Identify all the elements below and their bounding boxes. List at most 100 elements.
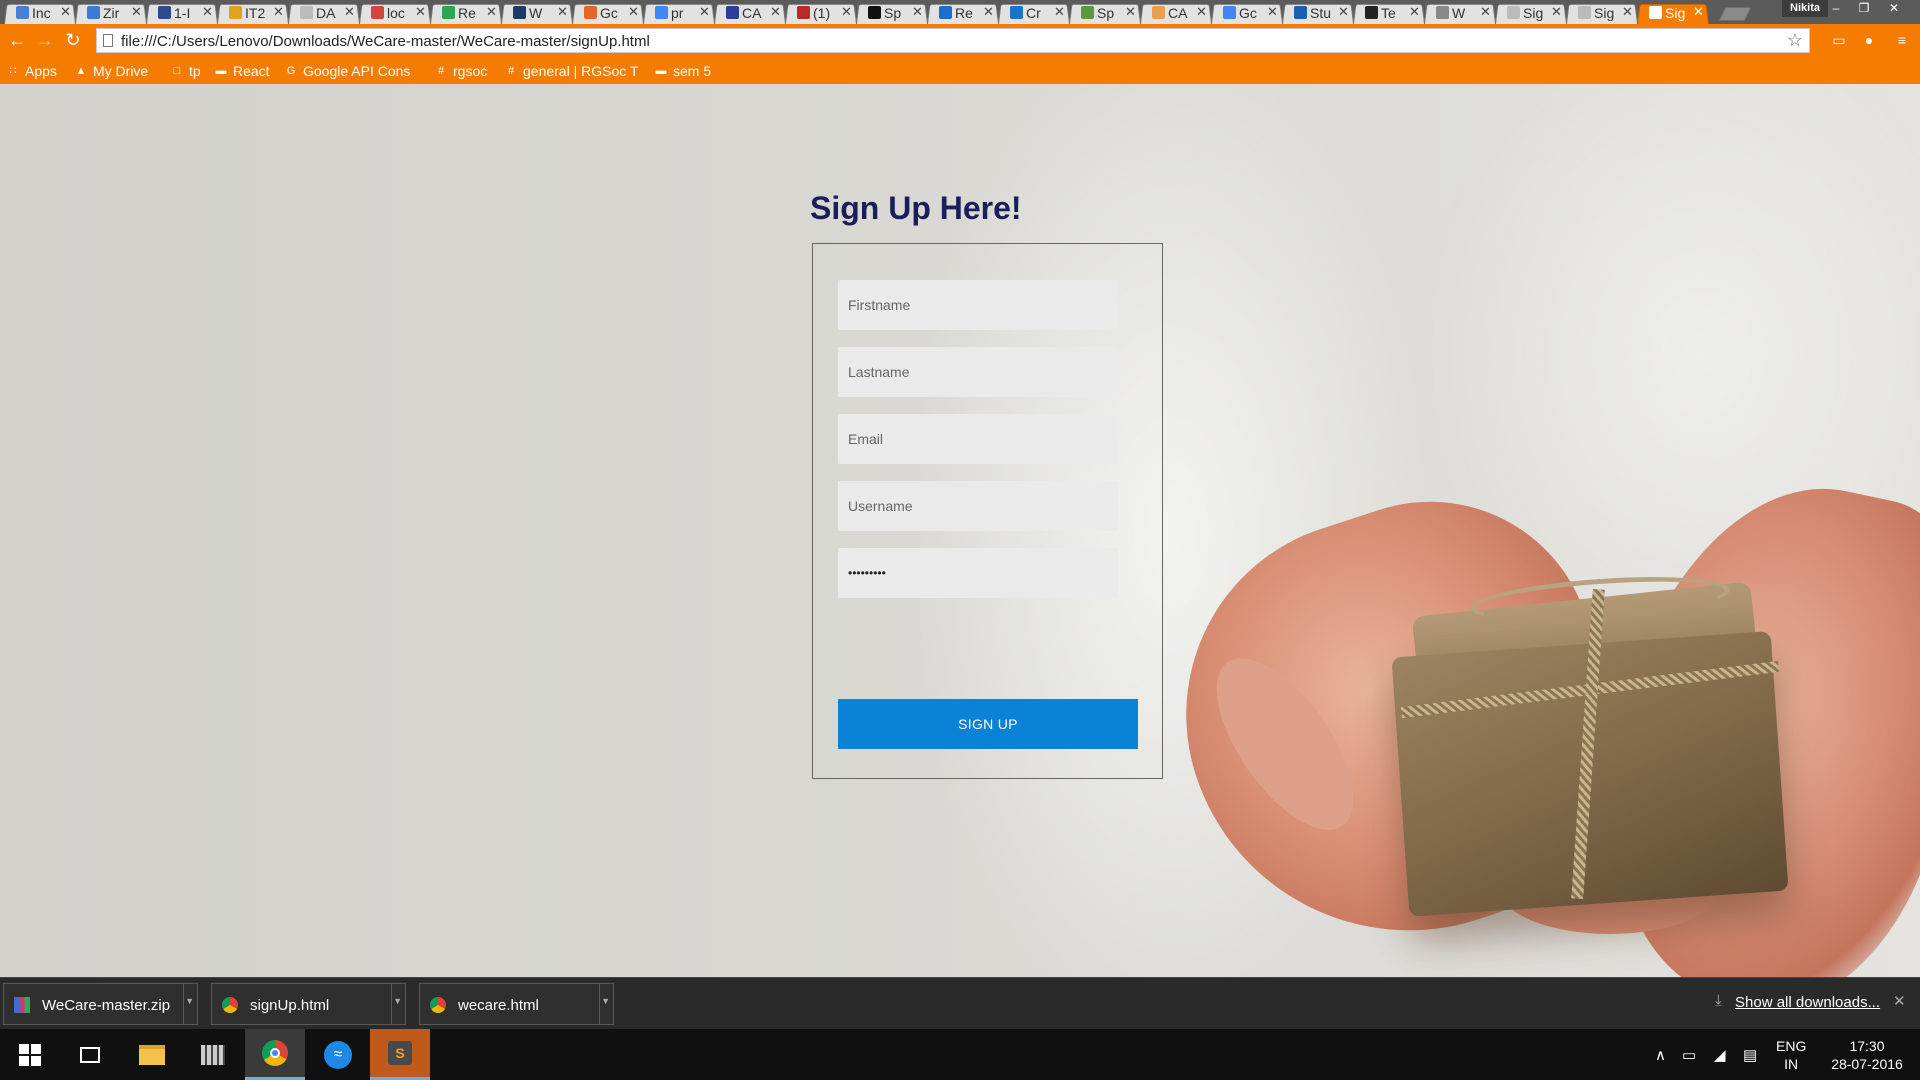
sublime-text-icon[interactable]: S xyxy=(370,1029,430,1080)
bookmark-react[interactable]: ▬ React xyxy=(214,61,270,80)
tab-close-icon[interactable]: ✕ xyxy=(486,4,497,20)
extension-icon[interactable]: ● xyxy=(1860,31,1878,49)
chrome-icon[interactable] xyxy=(245,1029,305,1080)
language-indicator[interactable]: ENG IN xyxy=(1776,1037,1806,1073)
browser-tab[interactable]: Gc ✕ xyxy=(572,0,644,24)
browser-tab[interactable]: (1) ✕ xyxy=(785,0,857,24)
browser-tab[interactable]: Stu ✕ xyxy=(1282,0,1354,24)
browser-tab[interactable]: pr ✕ xyxy=(643,0,715,24)
tab-close-icon[interactable]: ✕ xyxy=(1338,4,1349,20)
browser-tab[interactable]: Cr ✕ xyxy=(998,0,1070,24)
tab-close-icon[interactable]: ✕ xyxy=(1622,4,1633,20)
task-view-icon[interactable] xyxy=(60,1029,120,1080)
menu-icon[interactable]: ≡ xyxy=(1893,31,1911,49)
tab-close-icon[interactable]: ✕ xyxy=(557,4,568,20)
bookmark-rgsoc[interactable]: # rgsoc xyxy=(434,61,487,80)
tab-close-icon[interactable]: ✕ xyxy=(841,4,852,20)
tab-close-icon[interactable]: ✕ xyxy=(1409,4,1420,20)
browser-tab[interactable]: Re ✕ xyxy=(430,0,502,24)
bookmark-google-api[interactable]: G Google API Cons xyxy=(284,61,411,80)
signup-button[interactable]: SIGN UP xyxy=(838,699,1138,749)
bookmark-apps[interactable]: ∷ Apps xyxy=(6,61,57,80)
file-explorer-icon[interactable] xyxy=(122,1029,182,1080)
bookmark-tp[interactable]: □ tp xyxy=(170,61,201,80)
bookmark-star-icon[interactable]: ☆ xyxy=(1787,30,1803,51)
reload-icon[interactable]: ↻ xyxy=(62,29,84,51)
browser-tab[interactable]: IT2 ✕ xyxy=(217,0,289,24)
forward-arrow-icon[interactable]: → xyxy=(34,29,56,51)
close-window-icon[interactable]: ✕ xyxy=(1880,0,1908,17)
notifications-icon[interactable]: ▤ xyxy=(1743,1046,1757,1064)
tab-close-icon[interactable]: ✕ xyxy=(60,4,71,20)
chevron-up-icon[interactable]: ∧ xyxy=(1655,1046,1666,1064)
bookmark-general-rgsoc[interactable]: # general | RGSoc T xyxy=(504,61,639,80)
browser-tab[interactable]: CA ✕ xyxy=(1140,0,1212,24)
bookmark-sem-5[interactable]: ▬ sem 5 xyxy=(654,61,712,80)
download-item[interactable]: WeCare-master.zip ▼ xyxy=(3,983,198,1025)
browser-tab[interactable]: Sig ✕ xyxy=(1495,0,1567,24)
new-tab-button[interactable] xyxy=(1718,7,1752,21)
restore-icon[interactable]: ❐ xyxy=(1850,0,1878,17)
cast-icon[interactable]: ▭ xyxy=(1830,31,1848,49)
tab-close-icon[interactable]: ✕ xyxy=(1196,4,1207,20)
media-player-icon[interactable] xyxy=(183,1029,243,1080)
browser-tab[interactable]: Inc ✕ xyxy=(4,0,76,24)
minimize-icon[interactable]: – xyxy=(1822,0,1850,17)
download-menu-button[interactable]: ▼ xyxy=(599,984,613,1024)
battery-icon[interactable]: ▭ xyxy=(1682,1046,1696,1064)
url-text[interactable]: file:///C:/Users/Lenovo/Downloads/WeCare… xyxy=(121,33,650,50)
browser-tab[interactable]: Sig ✕ xyxy=(1566,0,1638,24)
tab-close-icon[interactable]: ✕ xyxy=(983,4,994,20)
tab-close-icon[interactable]: ✕ xyxy=(912,4,923,20)
password-field[interactable] xyxy=(838,548,1118,598)
browser-tab[interactable]: loc ✕ xyxy=(359,0,431,24)
tab-close-icon[interactable]: ✕ xyxy=(699,4,710,20)
tab-close-icon[interactable]: ✕ xyxy=(628,4,639,20)
tab-close-icon[interactable]: ✕ xyxy=(131,4,142,20)
tab-close-icon[interactable]: ✕ xyxy=(1267,4,1278,20)
browser-tab[interactable]: Sp ✕ xyxy=(1069,0,1141,24)
browser-tab[interactable]: W ✕ xyxy=(501,0,573,24)
back-arrow-icon[interactable]: ← xyxy=(6,29,28,51)
system-clock[interactable]: 17:30 28-07-2016 xyxy=(1822,1037,1912,1073)
wifi-icon[interactable]: ◢ xyxy=(1714,1046,1726,1064)
tab-close-icon[interactable]: ✕ xyxy=(1480,4,1491,20)
tab-close-icon[interactable]: ✕ xyxy=(415,4,426,20)
tab-close-icon[interactable]: ✕ xyxy=(202,4,213,20)
browser-tab[interactable]: Gc ✕ xyxy=(1211,0,1283,24)
show-all-downloads-link[interactable]: Show all downloads... xyxy=(1735,994,1880,1011)
tab-close-icon[interactable]: ✕ xyxy=(770,4,781,20)
browser-tab[interactable]: W ✕ xyxy=(1424,0,1496,24)
chevron-down-icon: ▼ xyxy=(601,996,610,1006)
email-field[interactable] xyxy=(838,414,1118,464)
firstname-field[interactable] xyxy=(838,280,1118,330)
tab-close-icon[interactable]: ✕ xyxy=(1693,4,1704,20)
browser-tab[interactable]: Zir ✕ xyxy=(75,0,147,24)
download-item[interactable]: wecare.html ▼ xyxy=(419,983,614,1025)
tab-title: 1-I xyxy=(174,5,191,21)
tab-title: Sig xyxy=(1594,5,1615,21)
download-menu-button[interactable]: ▼ xyxy=(391,984,405,1024)
close-icon[interactable]: ✕ xyxy=(1893,992,1906,1010)
browser-tab[interactable]: Te ✕ xyxy=(1353,0,1425,24)
address-bar[interactable]: file:///C:/Users/Lenovo/Downloads/WeCare… xyxy=(96,28,1810,53)
tab-close-icon[interactable]: ✕ xyxy=(1125,4,1136,20)
tab-close-icon[interactable]: ✕ xyxy=(273,4,284,20)
tab-title: IT2 xyxy=(245,5,266,21)
download-menu-button[interactable]: ▼ xyxy=(183,984,197,1024)
username-field[interactable] xyxy=(838,481,1118,531)
browser-tab[interactable]: CA ✕ xyxy=(714,0,786,24)
browser-tab[interactable]: DA ✕ xyxy=(288,0,360,24)
bookmark-my-drive[interactable]: ▲ My Drive xyxy=(74,61,149,80)
browser-tab[interactable]: 1-I ✕ xyxy=(146,0,218,24)
browser-tab[interactable]: Re ✕ xyxy=(927,0,999,24)
tab-close-icon[interactable]: ✕ xyxy=(1054,4,1065,20)
browser-tab[interactable]: Sp ✕ xyxy=(856,0,928,24)
lastname-field[interactable] xyxy=(838,347,1118,397)
tab-close-icon[interactable]: ✕ xyxy=(1551,4,1562,20)
download-item[interactable]: signUp.html ▼ xyxy=(211,983,406,1025)
wifi-app-icon[interactable]: ≈ xyxy=(308,1029,368,1080)
tab-close-icon[interactable]: ✕ xyxy=(344,4,355,20)
windows-start-icon[interactable] xyxy=(0,1029,60,1080)
browser-tab[interactable]: Sig ✕ xyxy=(1637,0,1709,24)
